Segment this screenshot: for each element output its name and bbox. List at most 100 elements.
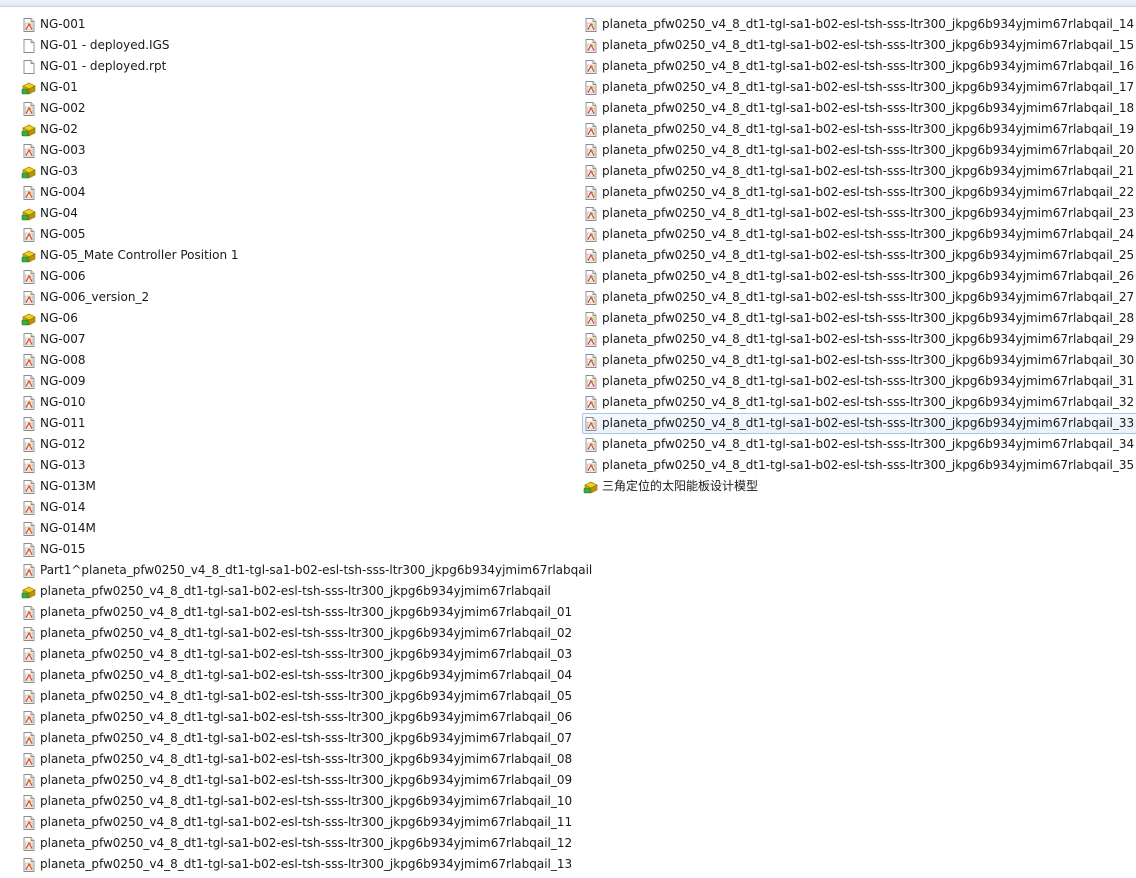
file-name-label: NG-02 bbox=[40, 122, 78, 136]
file-item[interactable]: NG-014M bbox=[20, 518, 596, 539]
file-item[interactable]: NG-001 bbox=[20, 14, 596, 35]
file-item[interactable]: planeta_pfw0250_v4_8_dt1-tgl-sa1-b02-esl… bbox=[20, 791, 596, 812]
file-item[interactable]: NG-010 bbox=[20, 392, 596, 413]
file-item[interactable]: planeta_pfw0250_v4_8_dt1-tgl-sa1-b02-esl… bbox=[582, 413, 1136, 434]
file-item[interactable]: NG-006_version_2 bbox=[20, 287, 596, 308]
file-name-label: NG-007 bbox=[40, 332, 86, 346]
drawing-file-icon bbox=[21, 857, 37, 873]
file-list-view[interactable]: NG-001 NG-01 - deployed.IGS NG-01 - deploy… bbox=[0, 7, 1136, 878]
file-name-label: planeta_pfw0250_v4_8_dt1-tgl-sa1-b02-esl… bbox=[602, 248, 1135, 262]
drawing-file-icon bbox=[21, 101, 37, 117]
file-name-label: NG-013M bbox=[40, 479, 96, 493]
file-item[interactable]: planeta_pfw0250_v4_8_dt1-tgl-sa1-b02-esl… bbox=[582, 329, 1136, 350]
file-item[interactable]: planeta_pfw0250_v4_8_dt1-tgl-sa1-b02-esl… bbox=[20, 581, 596, 602]
file-name-label: NG-008 bbox=[40, 353, 86, 367]
file-item[interactable]: planeta_pfw0250_v4_8_dt1-tgl-sa1-b02-esl… bbox=[582, 350, 1136, 371]
file-item[interactable]: planeta_pfw0250_v4_8_dt1-tgl-sa1-b02-esl… bbox=[582, 14, 1136, 35]
file-item[interactable]: planeta_pfw0250_v4_8_dt1-tgl-sa1-b02-esl… bbox=[20, 812, 596, 833]
file-item[interactable]: planeta_pfw0250_v4_8_dt1-tgl-sa1-b02-esl… bbox=[20, 686, 596, 707]
drawing-file-icon bbox=[21, 710, 37, 726]
file-name-label: NG-010 bbox=[40, 395, 86, 409]
file-item[interactable]: NG-006 bbox=[20, 266, 596, 287]
file-item[interactable]: planeta_pfw0250_v4_8_dt1-tgl-sa1-b02-esl… bbox=[582, 455, 1136, 476]
file-item[interactable]: NG-05_Mate Controller Position 1 bbox=[20, 245, 596, 266]
drawing-file-icon bbox=[21, 332, 37, 348]
file-item[interactable]: planeta_pfw0250_v4_8_dt1-tgl-sa1-b02-esl… bbox=[20, 602, 596, 623]
drawing-file-icon bbox=[583, 395, 599, 411]
drawing-file-icon bbox=[583, 101, 599, 117]
file-item[interactable]: planeta_pfw0250_v4_8_dt1-tgl-sa1-b02-esl… bbox=[582, 224, 1136, 245]
file-item[interactable]: NG-004 bbox=[20, 182, 596, 203]
file-item[interactable]: NG-003 bbox=[20, 140, 596, 161]
file-item[interactable]: planeta_pfw0250_v4_8_dt1-tgl-sa1-b02-esl… bbox=[20, 833, 596, 854]
file-item[interactable]: planeta_pfw0250_v4_8_dt1-tgl-sa1-b02-esl… bbox=[582, 35, 1136, 56]
file-item[interactable]: NG-01 - deployed.IGS bbox=[20, 35, 596, 56]
file-name-label: planeta_pfw0250_v4_8_dt1-tgl-sa1-b02-esl… bbox=[602, 206, 1135, 220]
file-item[interactable]: NG-013 bbox=[20, 455, 596, 476]
file-item[interactable]: planeta_pfw0250_v4_8_dt1-tgl-sa1-b02-esl… bbox=[582, 203, 1136, 224]
file-item[interactable]: planeta_pfw0250_v4_8_dt1-tgl-sa1-b02-esl… bbox=[582, 56, 1136, 77]
file-item[interactable]: NG-03 bbox=[20, 161, 596, 182]
file-item[interactable]: planeta_pfw0250_v4_8_dt1-tgl-sa1-b02-esl… bbox=[20, 749, 596, 770]
file-item[interactable]: planeta_pfw0250_v4_8_dt1-tgl-sa1-b02-esl… bbox=[582, 392, 1136, 413]
drawing-file-icon bbox=[583, 38, 599, 54]
file-item[interactable]: planeta_pfw0250_v4_8_dt1-tgl-sa1-b02-esl… bbox=[582, 371, 1136, 392]
file-item[interactable]: NG-01 bbox=[20, 77, 596, 98]
file-item[interactable]: NG-01 - deployed.rpt bbox=[20, 56, 596, 77]
file-item[interactable]: planeta_pfw0250_v4_8_dt1-tgl-sa1-b02-esl… bbox=[582, 161, 1136, 182]
file-item[interactable]: planeta_pfw0250_v4_8_dt1-tgl-sa1-b02-esl… bbox=[582, 77, 1136, 98]
file-name-label: NG-001 bbox=[40, 17, 86, 31]
file-name-label: NG-012 bbox=[40, 437, 86, 451]
file-item[interactable]: NG-011 bbox=[20, 413, 596, 434]
file-name-label: NG-003 bbox=[40, 143, 86, 157]
drawing-file-icon bbox=[583, 374, 599, 390]
file-name-label: NG-015 bbox=[40, 542, 86, 556]
file-item[interactable]: planeta_pfw0250_v4_8_dt1-tgl-sa1-b02-esl… bbox=[582, 119, 1136, 140]
file-item[interactable]: NG-012 bbox=[20, 434, 596, 455]
file-item[interactable]: planeta_pfw0250_v4_8_dt1-tgl-sa1-b02-esl… bbox=[582, 98, 1136, 119]
file-name-label: planeta_pfw0250_v4_8_dt1-tgl-sa1-b02-esl… bbox=[40, 836, 573, 850]
file-item[interactable]: NG-06 bbox=[20, 308, 596, 329]
file-item[interactable]: NG-02 bbox=[20, 119, 596, 140]
file-item[interactable]: NG-013M bbox=[20, 476, 596, 497]
file-item[interactable]: planeta_pfw0250_v4_8_dt1-tgl-sa1-b02-esl… bbox=[582, 245, 1136, 266]
file-item[interactable]: NG-002 bbox=[20, 98, 596, 119]
file-name-label: planeta_pfw0250_v4_8_dt1-tgl-sa1-b02-esl… bbox=[602, 395, 1135, 409]
file-item[interactable]: planeta_pfw0250_v4_8_dt1-tgl-sa1-b02-esl… bbox=[20, 665, 596, 686]
file-item[interactable]: planeta_pfw0250_v4_8_dt1-tgl-sa1-b02-esl… bbox=[582, 287, 1136, 308]
file-name-label: planeta_pfw0250_v4_8_dt1-tgl-sa1-b02-esl… bbox=[40, 773, 573, 787]
file-item[interactable]: planeta_pfw0250_v4_8_dt1-tgl-sa1-b02-esl… bbox=[582, 308, 1136, 329]
drawing-file-icon bbox=[21, 269, 37, 285]
file-item[interactable]: planeta_pfw0250_v4_8_dt1-tgl-sa1-b02-esl… bbox=[582, 434, 1136, 455]
file-item[interactable]: planeta_pfw0250_v4_8_dt1-tgl-sa1-b02-esl… bbox=[582, 266, 1136, 287]
file-name-label: planeta_pfw0250_v4_8_dt1-tgl-sa1-b02-esl… bbox=[40, 668, 573, 682]
file-name-label: planeta_pfw0250_v4_8_dt1-tgl-sa1-b02-esl… bbox=[602, 185, 1135, 199]
file-name-label: planeta_pfw0250_v4_8_dt1-tgl-sa1-b02-esl… bbox=[40, 626, 573, 640]
drawing-file-icon bbox=[21, 17, 37, 33]
file-item[interactable]: NG-007 bbox=[20, 329, 596, 350]
file-item[interactable]: planeta_pfw0250_v4_8_dt1-tgl-sa1-b02-esl… bbox=[582, 140, 1136, 161]
file-item[interactable]: planeta_pfw0250_v4_8_dt1-tgl-sa1-b02-esl… bbox=[20, 644, 596, 665]
file-item[interactable]: planeta_pfw0250_v4_8_dt1-tgl-sa1-b02-esl… bbox=[20, 707, 596, 728]
file-item[interactable]: NG-015 bbox=[20, 539, 596, 560]
file-item[interactable]: NG-008 bbox=[20, 350, 596, 371]
drawing-file-icon bbox=[21, 815, 37, 831]
assembly-file-icon bbox=[21, 248, 37, 264]
file-item[interactable]: planeta_pfw0250_v4_8_dt1-tgl-sa1-b02-esl… bbox=[20, 854, 596, 875]
assembly-file-icon bbox=[21, 164, 37, 180]
file-item[interactable]: NG-009 bbox=[20, 371, 596, 392]
file-item[interactable]: NG-014 bbox=[20, 497, 596, 518]
file-item[interactable]: planeta_pfw0250_v4_8_dt1-tgl-sa1-b02-esl… bbox=[20, 728, 596, 749]
file-name-label: planeta_pfw0250_v4_8_dt1-tgl-sa1-b02-esl… bbox=[602, 101, 1135, 115]
file-name-label: planeta_pfw0250_v4_8_dt1-tgl-sa1-b02-esl… bbox=[602, 143, 1135, 157]
file-name-label: NG-009 bbox=[40, 374, 86, 388]
file-item[interactable]: NG-005 bbox=[20, 224, 596, 245]
file-item[interactable]: 三角定位的太阳能板设计模型 bbox=[582, 476, 1136, 497]
file-item[interactable]: NG-04 bbox=[20, 203, 596, 224]
file-item[interactable]: planeta_pfw0250_v4_8_dt1-tgl-sa1-b02-esl… bbox=[582, 182, 1136, 203]
file-name-label: planeta_pfw0250_v4_8_dt1-tgl-sa1-b02-esl… bbox=[602, 353, 1135, 367]
file-item[interactable]: planeta_pfw0250_v4_8_dt1-tgl-sa1-b02-esl… bbox=[20, 770, 596, 791]
file-name-label: planeta_pfw0250_v4_8_dt1-tgl-sa1-b02-esl… bbox=[602, 80, 1135, 94]
file-item[interactable]: Part1^planeta_pfw0250_v4_8_dt1-tgl-sa1-b… bbox=[20, 560, 596, 581]
file-item[interactable]: planeta_pfw0250_v4_8_dt1-tgl-sa1-b02-esl… bbox=[20, 623, 596, 644]
